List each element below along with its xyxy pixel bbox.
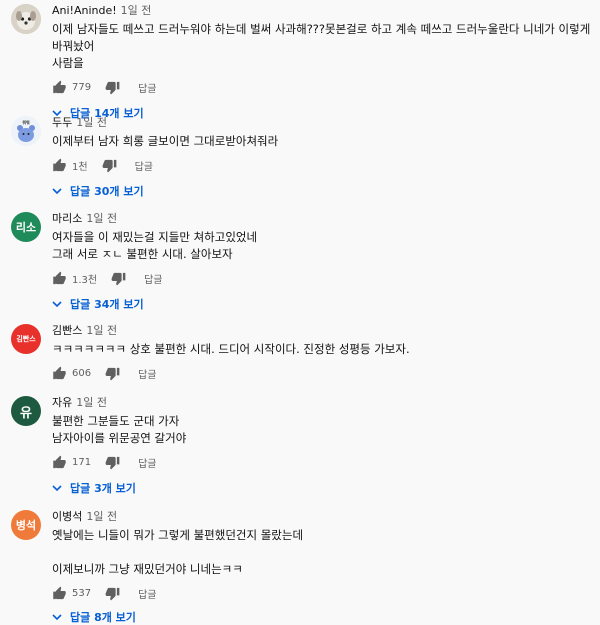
avatar[interactable]: 병석 (11, 510, 41, 540)
comment-meta: 이병석 1일 전 (52, 510, 592, 524)
reply-button[interactable]: 답글 (138, 455, 156, 470)
view-replies-label: 답글 34개 보기 (70, 298, 144, 311)
thumbs-down-icon[interactable] (111, 271, 126, 286)
thumbs-up-icon[interactable] (52, 586, 67, 601)
chevron-down-icon (52, 301, 62, 308)
comment-author[interactable]: 두두 (52, 116, 72, 129)
comment-author[interactable]: 자유 (52, 396, 72, 409)
bear-avatar-icon: 뭐뭐 (11, 116, 41, 146)
comment-actions: 1천 답글 (52, 157, 592, 173)
avatar-initials: 리소 (15, 221, 37, 234)
comment-time[interactable]: 1일 전 (76, 396, 107, 409)
reply-button[interactable]: 답글 (138, 586, 156, 601)
like-count: 1천 (72, 161, 88, 173)
comment-actions: 1.3천 답글 (52, 270, 592, 286)
comment-actions: 606 답글 (52, 365, 592, 381)
comment-meta: 자유 1일 전 (52, 396, 592, 410)
view-replies-button[interactable]: 답글 30개 보기 (52, 183, 592, 199)
thumbs-up-icon[interactable] (52, 366, 67, 381)
comment-actions: 779 답글 (52, 79, 592, 95)
dog-avatar-icon (11, 4, 41, 34)
comment-meta: 두두 1일 전 (52, 116, 592, 130)
like-count: 779 (72, 81, 92, 93)
comment-time[interactable]: 1일 전 (86, 510, 117, 523)
comment-author[interactable]: 이병석 (52, 510, 82, 523)
comment-time[interactable]: 1일 전 (121, 4, 152, 17)
thumbs-down-icon[interactable] (105, 366, 120, 381)
view-replies-label: 답글 8개 보기 (70, 611, 136, 624)
view-replies-label: 답글 3개 보기 (70, 482, 136, 495)
chevron-down-icon (52, 485, 62, 492)
thumbs-up-icon[interactable] (52, 158, 67, 173)
comment-text: ㅋㅋㅋㅋㅋㅋㅋ 상호 불편한 시대. 드디어 시작이다. 진정한 성평등 가보자… (52, 342, 410, 356)
thumbs-down-icon[interactable] (105, 586, 120, 601)
view-replies-button[interactable]: 답글 8개 보기 (52, 609, 592, 625)
like-count: 171 (72, 456, 92, 468)
avatar-initials: 유 (20, 405, 32, 421)
reply-button[interactable]: 답글 (144, 271, 162, 286)
comment-text: 이제 남자들도 떼쓰고 드러누워야 하는데 벌써 사과해???못본걸로 하고 계… (52, 22, 591, 70)
thumbs-up-icon[interactable] (52, 455, 67, 470)
reply-button[interactable]: 답글 (138, 80, 156, 95)
thumbs-down-icon[interactable] (105, 80, 120, 95)
view-replies-label: 답글 30개 보기 (70, 185, 144, 198)
svg-text:뭐뭐: 뭐뭐 (22, 119, 30, 125)
like-count: 1.3천 (72, 274, 98, 286)
avatar[interactable]: 유 (11, 396, 41, 426)
comment-actions: 171 답글 (52, 454, 592, 470)
thumbs-down-icon[interactable] (105, 455, 120, 470)
reply-button[interactable]: 답글 (138, 366, 156, 381)
comment-text: 여자들을 이 재밌는걸 지들만 쳐하고있었네 그래 서로 ㅈㄴ 불편한 시대. … (52, 230, 258, 261)
avatar[interactable]: 리소 (11, 212, 41, 242)
comment-text: 옛날에는 니들이 뭐가 그렇게 불편했던건지 몰랐는데 이제보니까 그냥 재밌던… (52, 528, 304, 576)
thumbs-up-icon[interactable] (52, 271, 67, 286)
comment-text: 이제부터 남자 희롱 글보이면 그대로받아쳐줘라 (52, 134, 279, 148)
avatar[interactable]: 김빤스 (11, 324, 41, 354)
avatar-initials: 병석 (15, 519, 37, 532)
like-count: 606 (72, 367, 92, 379)
thumbs-up-icon[interactable] (52, 80, 67, 95)
comment-time[interactable]: 1일 전 (86, 212, 117, 225)
chevron-down-icon (52, 188, 62, 195)
comment-text: 불편한 그분들도 군대 가자 남자아이를 위문공연 갈거야 (52, 414, 187, 445)
comment-author[interactable]: 마리소 (52, 212, 82, 225)
comment-time[interactable]: 1일 전 (86, 324, 117, 337)
like-count: 537 (72, 587, 92, 599)
comment-author[interactable]: Ani!Aninde! (52, 4, 117, 17)
comment-author[interactable]: 김빤스 (52, 324, 82, 337)
comment-time[interactable]: 1일 전 (76, 116, 107, 129)
comment-meta: Ani!Aninde! 1일 전 (52, 4, 592, 18)
avatar[interactable] (11, 4, 41, 34)
comment-meta: 김빤스 1일 전 (52, 324, 592, 338)
comment-meta: 마리소 1일 전 (52, 212, 592, 226)
view-replies-button[interactable]: 답글 34개 보기 (52, 296, 592, 312)
avatar[interactable]: 뭐뭐 (11, 116, 41, 146)
thumbs-down-icon[interactable] (102, 158, 117, 173)
reply-button[interactable]: 답글 (135, 158, 153, 173)
comment-actions: 537 답글 (52, 585, 592, 601)
avatar-initials: 김빤스 (16, 335, 36, 343)
view-replies-button[interactable]: 답글 3개 보기 (52, 480, 592, 496)
